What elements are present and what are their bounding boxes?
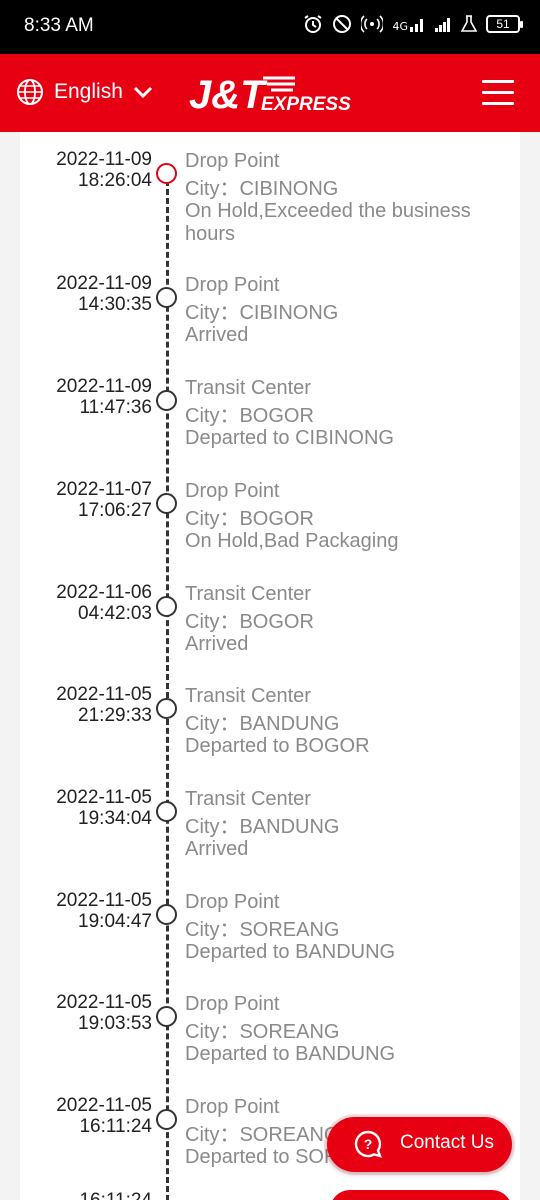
language-label: English	[54, 80, 123, 103]
svg-text:?: ?	[364, 1136, 373, 1152]
event-datetime: 2022-11-09 14:30:35	[56, 273, 152, 315]
event-details: Transit Center City：BANDUNG Departed to …	[185, 685, 505, 758]
do-not-disturb-icon	[333, 15, 352, 33]
contact-us-label: Contact Us	[400, 1132, 494, 1153]
event-details: Drop Point City：SOREANG Departed to BAND…	[185, 993, 505, 1066]
event-details: Drop Point City：CIBINONG Arrived	[185, 274, 505, 347]
status-dot	[156, 1109, 177, 1130]
event-type: Drop Point	[185, 150, 280, 172]
event-city: City：CIBINONG	[185, 301, 339, 324]
globe-icon	[17, 79, 43, 105]
logo-subtext: EXPRESS	[261, 94, 351, 115]
event-datetime: 2022-11-05 16:11:24	[56, 1095, 152, 1137]
event-datetime: 2022-11-07 17:06:27	[56, 479, 152, 521]
alarm-icon	[304, 15, 323, 33]
event-city: City：BOGOR	[185, 507, 314, 530]
event-status: Departed to BOGOR	[185, 735, 370, 757]
event-type: Transit Center	[185, 788, 311, 810]
timeline-line	[166, 180, 169, 1200]
jt-express-logo[interactable]: J&T EXPRESS	[183, 70, 363, 120]
event-datetime: 2022-11-05 21:29:33	[56, 684, 152, 726]
event-datetime: 2022-11-09 11:47:36	[56, 376, 152, 418]
menu-line	[482, 102, 514, 105]
event-status: Arrived	[185, 633, 249, 655]
help-chat-icon: ?	[354, 1130, 382, 1158]
event-type: Transit Center	[185, 583, 311, 605]
language-selector[interactable]: English	[16, 78, 153, 106]
event-datetime: 16:11:24	[20, 1190, 152, 1200]
logo-mark: J&T EXPRESS	[189, 73, 351, 117]
event-details: Drop Point City：CIBINONG On Hold,Exceede…	[185, 150, 505, 245]
status-dot	[156, 596, 177, 617]
status-dot	[156, 904, 177, 925]
status-dot	[156, 801, 177, 822]
event-type: Drop Point	[185, 891, 280, 913]
event-city: City：CIBINONG	[185, 177, 339, 200]
event-type: Drop Point	[185, 480, 280, 502]
app-header: English J&T EXPRESS	[0, 54, 540, 132]
event-type: Transit Center	[185, 685, 311, 707]
menu-line	[482, 91, 514, 94]
status-icons: 4G 51	[303, 14, 523, 34]
battery-icon: 51	[486, 15, 523, 33]
status-dot	[156, 698, 177, 719]
status-bar: 8:33 AM 4G 51	[0, 0, 540, 54]
event-status: On Hold,Bad Packaging	[185, 530, 399, 552]
contact-us-button[interactable]: ? Contact Us	[327, 1117, 512, 1172]
menu-line	[482, 80, 514, 83]
status-dot	[156, 390, 177, 411]
event-city: City：BOGOR	[185, 404, 314, 427]
event-datetime: 2022-11-05 19:04:47	[56, 890, 152, 932]
event-city: City：BANDUNG	[185, 815, 340, 838]
current-status-dot	[156, 163, 177, 184]
flask-icon	[461, 15, 477, 32]
status-dot	[156, 1006, 177, 1027]
event-type: Drop Point	[185, 993, 280, 1015]
event-status: On Hold,Exceeded the business hours	[185, 200, 471, 245]
status-dot	[156, 493, 177, 514]
event-city: City：BANDUNG	[185, 712, 340, 735]
tracking-timeline: 2022-11-09 18:26:04 Drop Point City：CIBIN…	[20, 132, 520, 1200]
event-details: Drop Point City：BOGOR On Hold,Bad Packag…	[185, 480, 505, 553]
signal-4g-icon: 4G	[392, 16, 425, 32]
event-datetime: 2022-11-09 18:26:04	[56, 149, 152, 191]
event-type: Drop Point	[185, 274, 280, 296]
event-type: Transit Center	[185, 377, 311, 399]
event-datetime: 2022-11-05 19:34:04	[56, 787, 152, 829]
event-datetime: 2022-11-05 19:03:53	[56, 992, 152, 1034]
signal-icon	[435, 18, 450, 32]
chevron-down-icon	[133, 86, 152, 99]
event-details: Drop Point City：SOREANG Departed to BAND…	[185, 891, 505, 964]
event-details: Transit Center City：BOGOR Departed to CI…	[185, 377, 505, 450]
event-status: Departed to BANDUNG	[185, 941, 396, 963]
event-status: Departed to BANDUNG	[185, 1043, 396, 1065]
event-city: City：SOREANG	[185, 1020, 340, 1043]
event-city: City：SOREANG	[185, 918, 340, 941]
event-type: Drop Point	[185, 1096, 280, 1118]
status-dot	[156, 287, 177, 308]
logo-text: J&T	[189, 73, 268, 117]
event-datetime: 2022-11-06 04:42:03	[56, 582, 152, 624]
event-status: Arrived	[185, 324, 249, 346]
event-city: City：BOGOR	[185, 610, 314, 633]
event-status: Departed to CIBINONG	[185, 427, 394, 449]
secondary-floating-button[interactable]	[330, 1190, 512, 1200]
hotspot-icon	[361, 15, 384, 33]
clock: 8:33 AM	[24, 15, 94, 36]
event-details: Transit Center City：BANDUNG Arrived	[185, 788, 505, 861]
event-details: Transit Center City：BOGOR Arrived	[185, 583, 505, 656]
event-status: Arrived	[185, 838, 249, 860]
hamburger-menu-button[interactable]	[482, 80, 514, 106]
